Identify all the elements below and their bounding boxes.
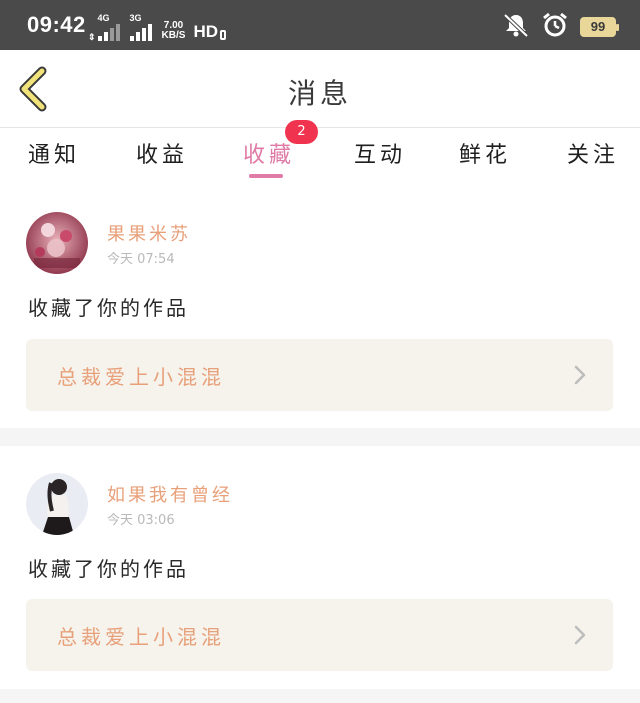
tab-earnings[interactable]: 收益: [136, 137, 188, 169]
net-type-2: 3G: [129, 13, 142, 23]
message-card: 如果我有曾经 今天 03:06 收藏了你的作品 总裁爱上小混混: [0, 446, 640, 689]
tab-bar: 通知 收益 收藏 2 互动 鲜花 关注: [0, 120, 640, 181]
battery-icon: 99: [580, 17, 619, 37]
page-title: 消息: [287, 77, 352, 110]
section-divider: [0, 428, 640, 446]
chevron-right-icon: [574, 365, 586, 385]
tab-interactions[interactable]: 互动: [354, 137, 406, 169]
status-time: 09:42: [27, 12, 86, 37]
signal-1-icon: [97, 23, 120, 41]
hd-label: HD: [193, 22, 219, 41]
work-title: 总裁爱上小混混: [57, 625, 225, 649]
tab-favorites[interactable]: 收藏: [243, 137, 295, 169]
signal-2-icon: [129, 23, 152, 41]
chevron-right-icon: [574, 625, 586, 645]
tab-following[interactable]: 关注: [567, 137, 619, 169]
work-title: 总裁爱上小混混: [57, 365, 225, 389]
hd-signal-icon: [220, 30, 227, 40]
work-link[interactable]: 总裁爱上小混混: [26, 599, 613, 671]
message-time: 今天 07:54: [107, 252, 175, 267]
network-indicators: ⇕ 4G 3G 7.00 KB/S HD: [88, 13, 227, 42]
section-divider: [0, 689, 640, 703]
net-speed-unit: KB/S: [161, 30, 186, 41]
message-time: 今天 03:06: [107, 513, 175, 528]
tab-badge: 2: [285, 120, 318, 144]
status-bar: 09:42 ⇕ 4G 3G 7.00 KB/S HD 99: [0, 0, 640, 50]
message-text: 收藏了你的作品: [28, 296, 189, 320]
net-type-1: 4G: [97, 13, 110, 23]
alarm-icon: [542, 12, 568, 42]
user-name[interactable]: 如果我有曾经: [107, 481, 233, 507]
work-link[interactable]: 总裁爱上小混混: [26, 339, 613, 411]
avatar[interactable]: [26, 473, 88, 535]
avatar[interactable]: [26, 212, 88, 274]
user-name[interactable]: 果果米苏: [107, 220, 191, 246]
status-right: 99: [502, 12, 619, 42]
app-header: 消息: [0, 50, 640, 128]
tab-flowers[interactable]: 鲜花: [459, 137, 511, 169]
message-card: 果果米苏 今天 07:54 收藏了你的作品 总裁爱上小混混: [0, 181, 640, 428]
tab-notifications[interactable]: 通知: [28, 137, 80, 169]
message-text: 收藏了你的作品: [28, 557, 189, 581]
mute-icon: [502, 12, 530, 42]
tab-active-indicator: [249, 174, 283, 178]
data-arrows-icon: ⇕: [88, 32, 96, 42]
